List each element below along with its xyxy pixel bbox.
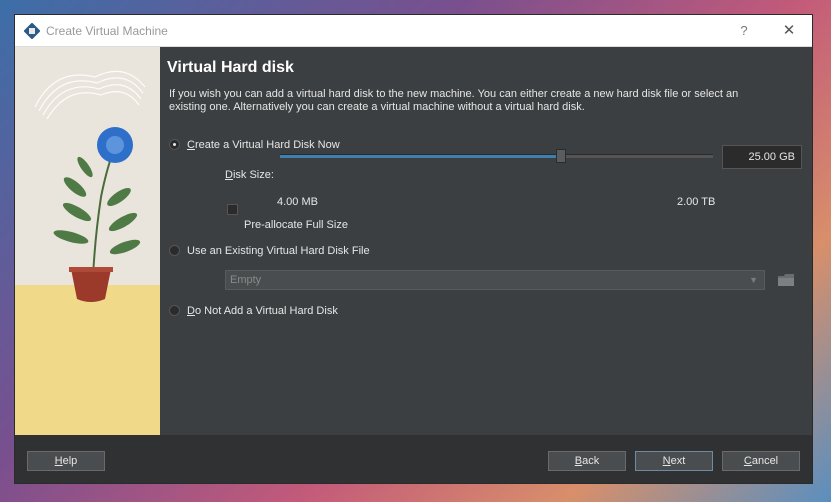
folder-icon[interactable]	[776, 270, 796, 290]
existing-disk-combo[interactable]: Empty ▼	[225, 270, 765, 290]
use-existing-label[interactable]: Use an Existing Virtual Hard Disk File	[187, 245, 370, 257]
cancel-button[interactable]: Cancel	[722, 451, 800, 471]
wizard-page: Virtual Hard disk If you wish you can ad…	[160, 47, 812, 435]
page-title: Virtual Hard disk	[167, 59, 294, 76]
disk-size-slider[interactable]	[280, 149, 713, 163]
use-existing-radio[interactable]	[169, 245, 180, 256]
do-not-add-label[interactable]: Do Not Add a Virtual Hard Disk	[187, 305, 338, 317]
close-icon[interactable]: ✕	[779, 21, 799, 41]
existing-disk-value: Empty	[230, 274, 262, 286]
preallocate-checkbox[interactable]	[227, 204, 238, 215]
slider-handle[interactable]	[556, 149, 567, 163]
disk-size-input[interactable]: 25.00 GB	[722, 145, 802, 169]
disk-size-label: Disk Size:	[225, 169, 274, 181]
page-description: If you wish you can add a virtual hard d…	[169, 88, 739, 113]
disk-size-max-label: 2.00 TB	[677, 196, 716, 208]
dialog-window: Create Virtual Machine ? ✕ Virtual Hard …	[14, 14, 813, 484]
window-title: Create Virtual Machine	[46, 24, 168, 38]
back-button[interactable]: Back	[548, 451, 626, 471]
chevron-down-icon: ▼	[749, 275, 758, 285]
slider-fill	[280, 155, 562, 158]
help-icon[interactable]: ?	[734, 21, 754, 41]
next-button[interactable]: Next	[635, 451, 713, 471]
do-not-add-radio[interactable]	[169, 305, 180, 316]
virtualbox-icon	[23, 22, 41, 40]
title-bar: Create Virtual Machine ? ✕	[15, 15, 812, 47]
preallocate-label[interactable]: Pre-allocate Full Size	[244, 219, 348, 231]
wizard-illustration	[15, 47, 160, 435]
disk-size-min-label: 4.00 MB	[277, 196, 318, 208]
create-disk-radio[interactable]	[169, 139, 180, 150]
help-button[interactable]: Help	[27, 451, 105, 471]
create-disk-label[interactable]: Create a Virtual Hard Disk Now	[187, 139, 340, 151]
button-bar: Help Back Next Cancel	[15, 435, 812, 483]
